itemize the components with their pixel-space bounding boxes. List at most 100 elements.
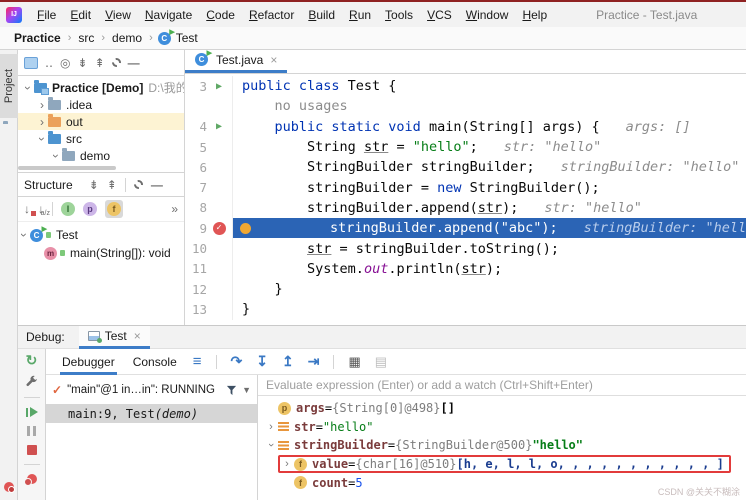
rerun-icon[interactable]: ↻ [26,354,38,366]
structure-item-class[interactable]: › C▶ Test [18,226,184,244]
sort-by-visibility-icon[interactable]: ↓ [24,202,30,216]
run-icon[interactable]: ▶ [216,81,222,92]
menu-tools[interactable]: Tools [378,6,420,24]
chevron-down-icon[interactable]: › [35,133,49,145]
more-actions-icon[interactable]: » [171,202,178,216]
hide-panel-icon[interactable]: — [128,56,140,70]
gutter[interactable]: 8 [185,198,233,218]
evaluate-expression-input[interactable]: Evaluate expression (Enter) or add a wat… [258,375,746,396]
evaluate-expression-icon[interactable]: ▦ [348,354,360,370]
menu-code[interactable]: Code [199,6,242,24]
breakpoint-icon[interactable]: ✓ [213,222,226,235]
variable-row-args[interactable]: pargs = {String[0]@498} [] [258,399,746,418]
variable-row-stringBuilder[interactable]: ›stringBuilder = {StringBuilder@500} "he… [258,436,746,455]
breadcrumb-class[interactable]: Test [174,31,200,45]
breadcrumb-src[interactable]: src [76,31,96,45]
show-fields-icon[interactable]: f [107,202,121,216]
hide-panel-icon[interactable]: — [151,178,163,192]
gutter[interactable]: 6 [185,157,233,177]
tree-item-practice-demo-[interactable]: ›Practice [Demo]D:\我的 [18,79,184,96]
settings-wrench-icon[interactable] [25,375,38,388]
tree-item-demo[interactable]: ›demo [18,147,184,164]
code-area[interactable]: 3▶public class Test { no usages4▶ public… [185,74,746,325]
gear-icon[interactable] [112,58,121,67]
ellipsis-icon[interactable]: ‥ [45,56,53,70]
gear-icon[interactable] [134,180,143,189]
step-into-icon[interactable]: ↧ [256,353,268,370]
gutter[interactable]: 3▶ [185,76,233,96]
gutter[interactable] [185,96,233,116]
chevron-down-icon[interactable]: › [265,438,277,452]
chevron-down-icon[interactable]: › [49,150,63,162]
collapse-all-icon[interactable]: ⇞ [95,56,105,70]
show-inherited-icon[interactable]: I [61,202,75,216]
tree-item--idea[interactable]: ›.idea [18,96,184,113]
token: public static void [275,119,429,135]
variable-row-str[interactable]: ›str = "hello" [258,418,746,437]
gutter-marker-slot[interactable]: ▶ [207,81,231,92]
stack-frame-row[interactable]: main:9, Test (demo) [46,404,257,423]
debug-session-tab[interactable]: Test × [79,326,150,349]
locate-file-icon[interactable]: ◎ [60,56,70,70]
project-tool-window-button[interactable]: Project [0,54,18,118]
tab-debugger[interactable]: Debugger [60,349,117,375]
horizontal-scrollbar[interactable] [18,166,116,170]
stop-icon[interactable] [27,445,37,455]
gutter[interactable]: 5 [185,137,233,157]
resume-program-icon[interactable] [26,407,38,417]
gutter-marker-slot[interactable]: ▶ [207,121,231,132]
structure-item-method[interactable]: m main(String[]): void [18,244,184,262]
menu-file[interactable]: File [30,6,63,24]
variable-row-value[interactable]: ›fvalue = {char[16]@510} [h, e, l, l, o,… [258,455,746,474]
step-over-icon[interactable]: ↷ [231,353,243,370]
show-properties-icon[interactable]: p [83,202,97,216]
chevron-down-icon[interactable]: ▼ [242,385,251,395]
gutter[interactable]: 10 [185,238,233,258]
breadcrumb-demo[interactable]: demo [110,31,144,45]
menu-view[interactable]: View [98,6,138,24]
tree-item-out[interactable]: ›out [18,113,184,130]
close-icon[interactable]: × [270,53,277,67]
chevron-right-icon[interactable]: › [280,458,294,470]
thread-selector[interactable]: ✓ "main"@1 in…in": RUNNING ▼ [46,379,257,401]
breadcrumb-separator: › [68,32,72,44]
editor-tab-test-java[interactable]: C▶ Test.java × [185,50,287,73]
gutter[interactable]: 9✓ [185,218,233,238]
menu-refactor[interactable]: Refactor [242,6,301,24]
collapse-all-icon[interactable]: ⇞ [107,178,117,192]
menu-build[interactable]: Build [301,6,342,24]
tab-console[interactable]: Console [131,349,179,375]
run-to-cursor-icon[interactable]: ⇥ [308,353,320,370]
menu-vcs[interactable]: VCS [420,6,459,24]
layout-menu-icon[interactable]: ≡ [193,353,202,370]
gutter[interactable]: 7 [185,177,233,197]
intention-bulb-icon[interactable] [240,223,251,234]
gutter[interactable]: 13 [185,299,233,319]
step-out-icon[interactable]: ↥ [282,353,294,370]
menu-edit[interactable]: Edit [63,6,98,24]
project-view-mode-icon[interactable] [24,57,38,69]
expand-all-icon[interactable]: ⇟ [78,56,88,70]
pause-icon[interactable] [27,426,36,436]
sort-alphabetically-icon[interactable]: ↓a/z [38,202,44,216]
view-breakpoints-icon[interactable] [27,474,37,484]
menu-window[interactable]: Window [459,6,516,24]
gutter[interactable]: 11 [185,259,233,279]
debug-tool-window-icon[interactable] [4,482,14,492]
close-icon[interactable]: × [134,329,141,343]
gutter[interactable]: 4▶ [185,117,233,137]
menu-help[interactable]: Help [515,6,554,24]
chevron-right-icon[interactable]: › [36,98,48,112]
gutter-marker-slot[interactable]: ✓ [207,222,231,235]
breadcrumb-project[interactable]: Practice [12,31,63,45]
chevron-right-icon[interactable]: › [264,421,278,433]
menu-run[interactable]: Run [342,6,378,24]
gutter[interactable]: 12 [185,279,233,299]
chevron-down-icon[interactable]: › [21,82,35,94]
run-icon[interactable]: ▶ [216,121,222,132]
menu-navigate[interactable]: Navigate [138,6,199,24]
tree-item-src[interactable]: ›src [18,130,184,147]
chevron-right-icon[interactable]: › [36,115,48,129]
expand-all-icon[interactable]: ⇟ [89,178,99,192]
filter-funnel-icon[interactable] [226,385,237,396]
